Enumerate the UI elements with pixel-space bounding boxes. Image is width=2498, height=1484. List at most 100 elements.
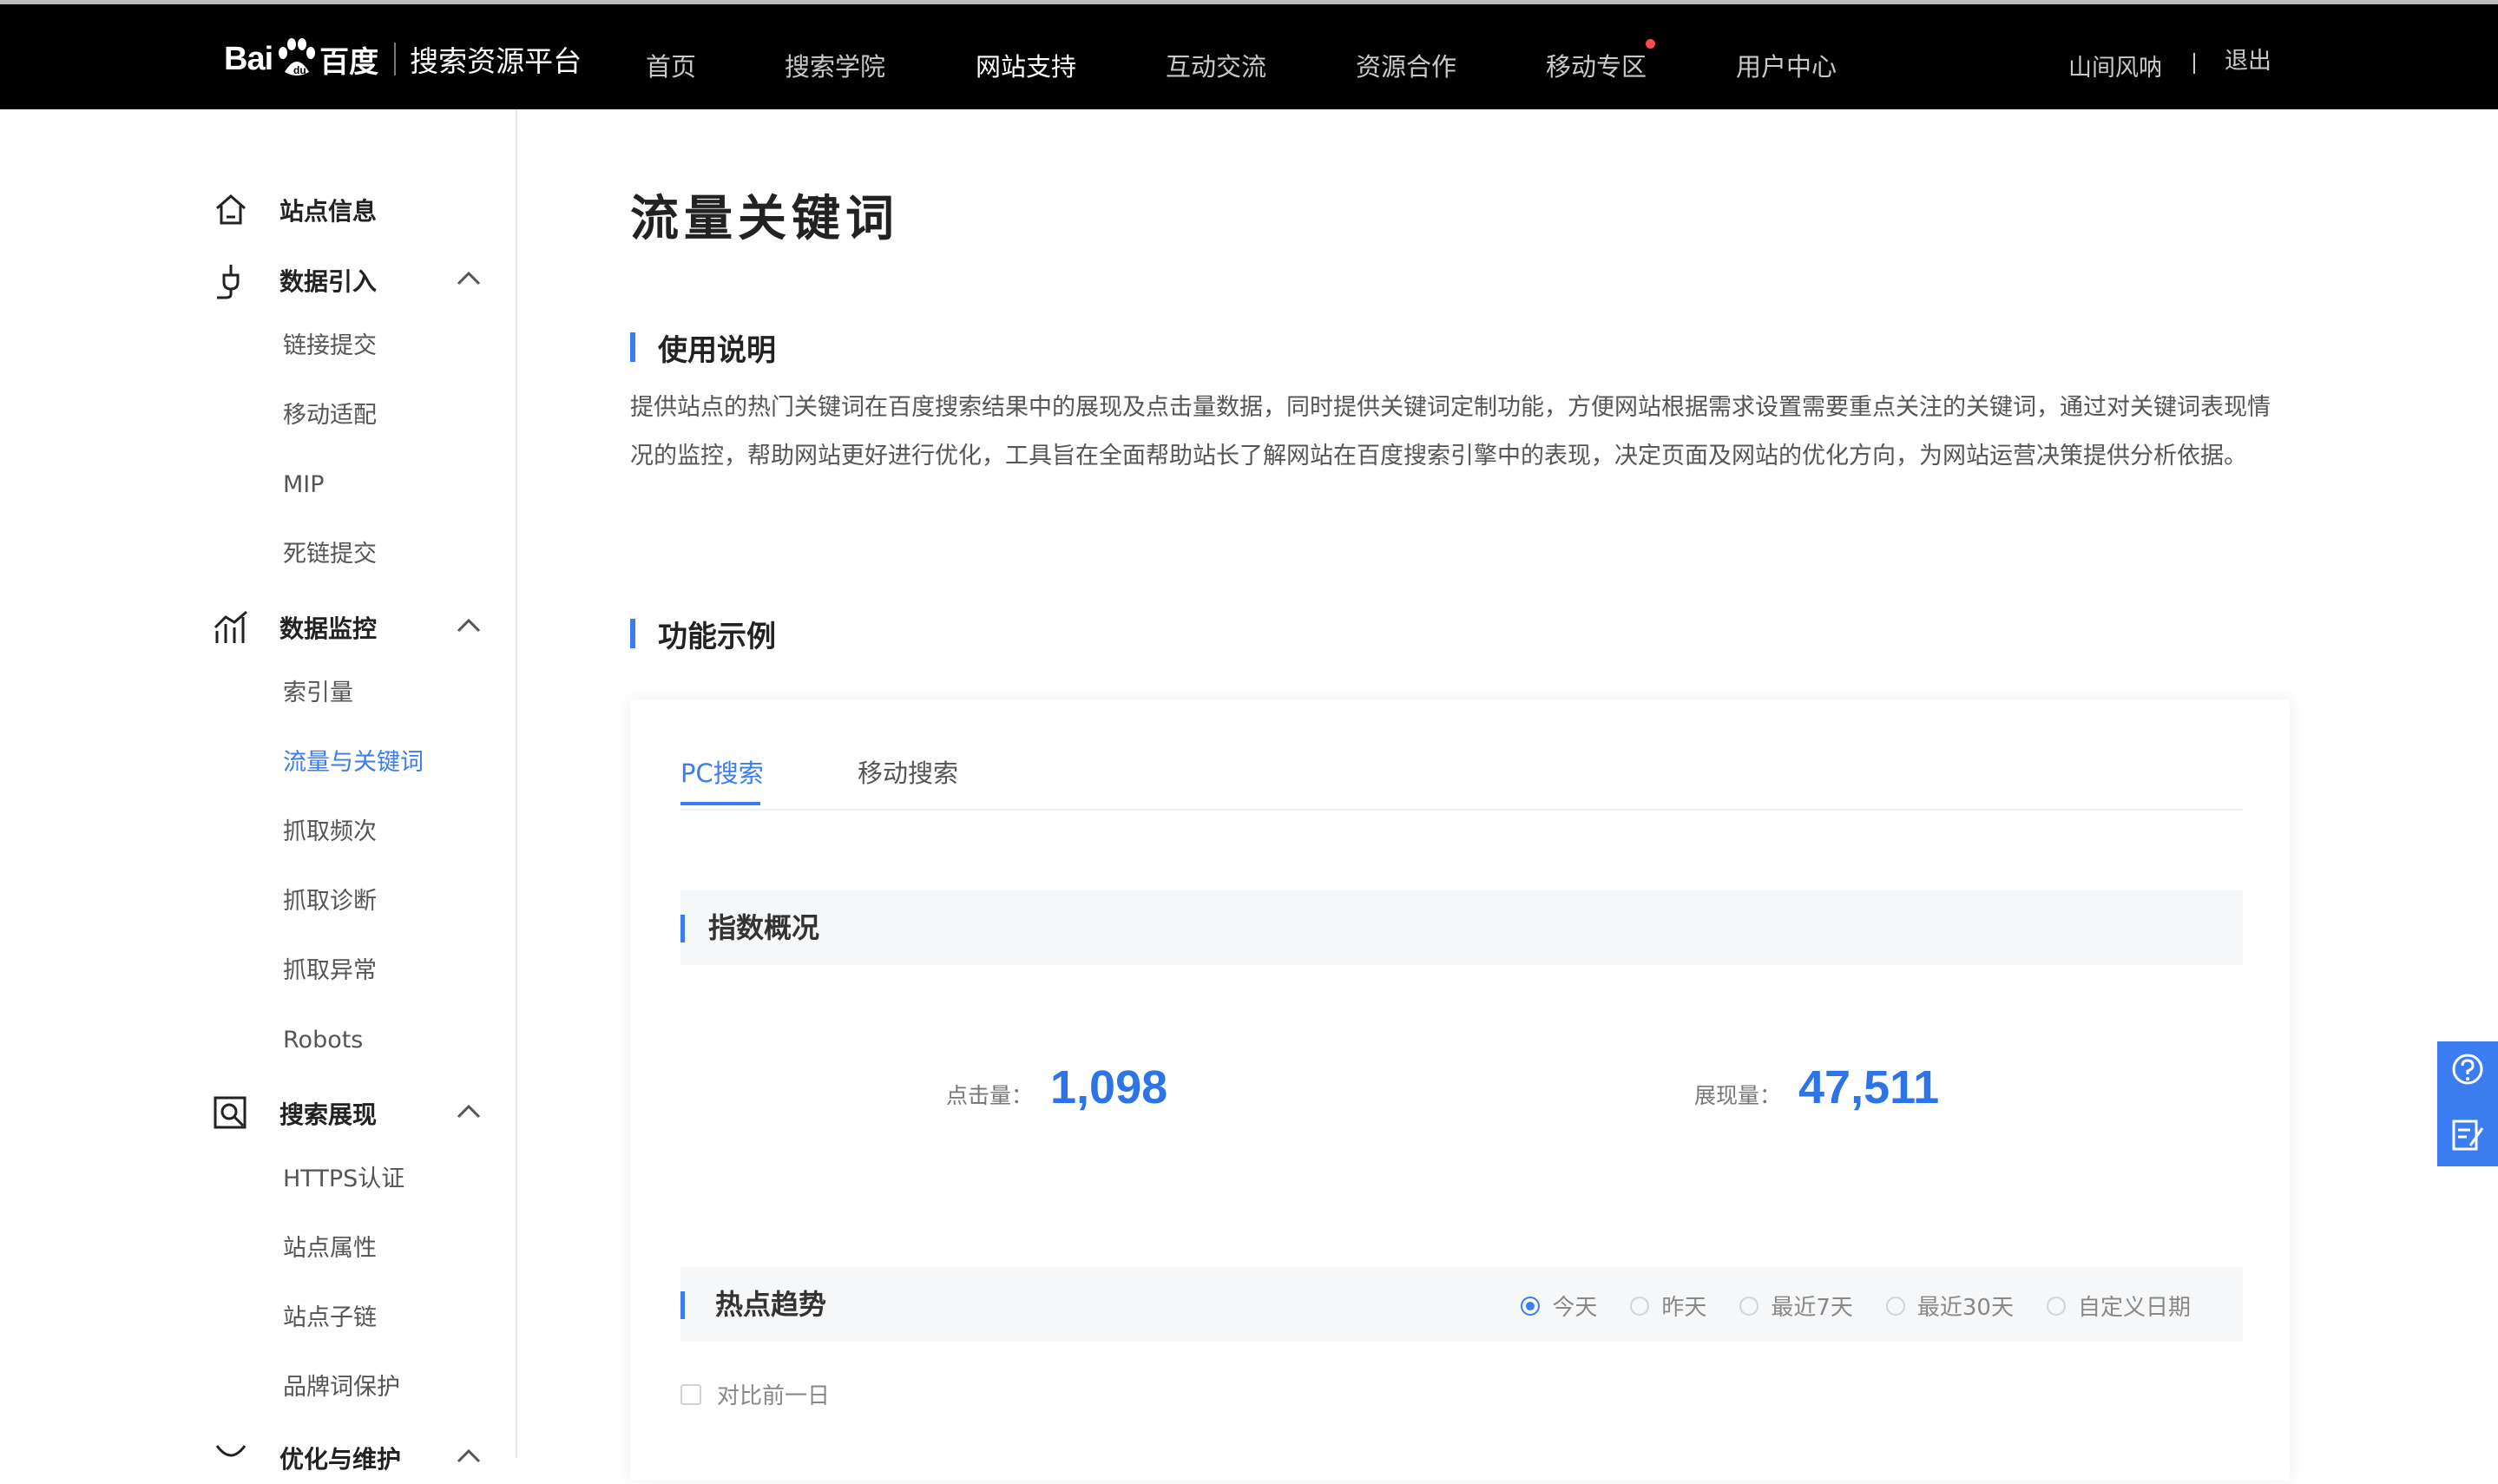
range-radio-yesterday[interactable]: 昨天 — [1630, 1290, 1706, 1322]
trend-title: 热点趋势 — [715, 1288, 827, 1321]
overview-header: 指数概况 — [680, 890, 2243, 965]
radio-dot — [1630, 1296, 1650, 1316]
sidebar-label-optimize: 优化与维护 — [279, 1445, 402, 1474]
logo-text-du: 百度 — [319, 44, 379, 80]
checkbox-box — [680, 1383, 701, 1405]
sidebar-item-sitelinks[interactable]: 站点子链 — [283, 1301, 377, 1336]
range-radio-custom[interactable]: 自定义日期 — [2046, 1290, 2191, 1322]
clicks-value: 1,098 — [1050, 1061, 1168, 1113]
nav-resource-coop[interactable]: 资源合作 — [1356, 49, 1456, 84]
chevron-up-icon — [457, 1104, 481, 1119]
sidebar-label-search-display: 搜索展现 — [279, 1100, 378, 1129]
sidebar-label-data-monitor: 数据监控 — [279, 614, 378, 643]
chevron-up-icon — [457, 271, 481, 286]
nav-user-center[interactable]: 用户中心 — [1736, 49, 1837, 84]
sidebar-section-data-monitor[interactable]: 数据监控 — [212, 601, 490, 653]
example-section-title: 功能示例 — [630, 616, 776, 654]
sidebar-item-https[interactable]: HTTPS认证 — [283, 1162, 404, 1197]
sidebar-label-data-import: 数据引入 — [279, 267, 378, 296]
bar-chart-icon — [214, 610, 247, 643]
wrench-icon — [215, 1445, 247, 1457]
range-label: 最近7天 — [1771, 1295, 1853, 1321]
compare-label: 对比前一日 — [717, 1383, 831, 1409]
chevron-up-icon — [457, 618, 481, 633]
sidebar-item-crawl-errors[interactable]: 抓取异常 — [283, 954, 377, 988]
sidebar-item-traffic-keywords[interactable]: 流量与关键词 — [283, 745, 424, 780]
usage-title-text: 使用说明 — [658, 332, 776, 368]
page-title: 流量关键词 — [630, 191, 899, 247]
nav-site-support[interactable]: 网站支持 — [976, 49, 1076, 84]
search-display-icon — [214, 1096, 247, 1129]
range-radio-today[interactable]: 今天 — [1521, 1290, 1597, 1322]
nav-academy[interactable]: 搜索学院 — [785, 49, 885, 84]
nav-mobile-zone-label: 移动专区 — [1546, 52, 1647, 82]
sidebar-item-deadlink[interactable]: 死链提交 — [283, 537, 377, 572]
nav-interaction[interactable]: 互动交流 — [1166, 49, 1266, 84]
sidebar-item-mip[interactable]: MIP — [283, 468, 325, 502]
sidebar-item-site-info[interactable]: 站点信息 — [212, 184, 490, 236]
range-label: 最近30天 — [1916, 1295, 2014, 1321]
chevron-up-icon — [457, 1448, 481, 1463]
sidebar-section-data-import[interactable]: 数据引入 — [212, 254, 490, 306]
impressions-value: 47,511 — [1798, 1061, 1940, 1113]
platform-name: 搜索资源平台 — [410, 44, 582, 78]
range-label: 今天 — [1552, 1295, 1598, 1321]
feedback-icon[interactable] — [2449, 1116, 2486, 1152]
sidebar-item-crawl-frequency[interactable]: 抓取频次 — [283, 815, 377, 850]
nav-mobile-zone[interactable]: 移动专区 — [1546, 39, 1656, 84]
panel-accent-bar — [680, 1291, 685, 1319]
clicks-stat: 点击量： 1,098 — [946, 1060, 1167, 1114]
nav-home[interactable]: 首页 — [646, 49, 696, 84]
section-accent-bar — [630, 332, 635, 362]
notification-dot — [1646, 39, 1656, 49]
sidebar-label-site-info: 站点信息 — [279, 197, 378, 226]
impressions-stat: 展现量： 47,511 — [1694, 1060, 1939, 1114]
example-card: PC搜索 移动搜索 指数概况 点击量： 1,098 展现量： 47,511 热点… — [630, 699, 2290, 1481]
sidebar — [0, 109, 517, 1458]
radio-dot — [2046, 1296, 2066, 1316]
panel-accent-bar — [680, 915, 685, 942]
radio-dot — [1739, 1296, 1759, 1316]
compare-prev-day-checkbox[interactable]: 对比前一日 — [680, 1378, 830, 1410]
top-nav-bar: Bai du 百度 搜索资源平台 首页 搜索学院 网站支持 互动交流 资源合作 … — [0, 0, 2498, 109]
active-tab-underline — [680, 802, 760, 805]
paw-icon: du — [279, 38, 316, 76]
range-label: 昨天 — [1661, 1295, 1707, 1321]
impressions-label: 展现量： — [1694, 1083, 1782, 1108]
user-divider — [2193, 53, 2195, 74]
usage-section-title: 使用说明 — [630, 330, 776, 368]
range-radio-7days[interactable]: 最近7天 — [1739, 1290, 1853, 1322]
baidu-logo[interactable]: Bai du 百度 搜索资源平台 — [224, 29, 582, 89]
sidebar-item-site-property[interactable]: 站点属性 — [283, 1231, 377, 1266]
logo-divider — [394, 43, 397, 76]
trend-header: 热点趋势 今天 昨天 最近7天 最近30天 自定义日期 — [680, 1267, 2243, 1342]
logout-link[interactable]: 退出 — [2225, 44, 2271, 79]
tab-divider — [680, 809, 2243, 811]
sidebar-item-index-volume[interactable]: 索引量 — [283, 676, 353, 711]
plug-icon — [217, 265, 240, 299]
range-label: 自定义日期 — [2077, 1295, 2191, 1321]
date-range-selector: 今天 昨天 最近7天 最近30天 自定义日期 — [1488, 1290, 2191, 1322]
floating-toolbar — [2437, 1041, 2498, 1166]
range-radio-30days[interactable]: 最近30天 — [1885, 1290, 2014, 1322]
user-name[interactable]: 山间风呐 — [2068, 51, 2162, 86]
sidebar-item-mobile-adapt[interactable]: 移动适配 — [283, 398, 377, 433]
sidebar-section-search-display[interactable]: 搜索展现 — [212, 1087, 490, 1139]
logo-text-bai: Bai — [224, 40, 273, 77]
sidebar-item-link-submit[interactable]: 链接提交 — [283, 329, 377, 364]
tab-mobile-search[interactable]: 移动搜索 — [858, 752, 958, 795]
svg-text:du: du — [293, 64, 306, 76]
help-icon[interactable] — [2449, 1052, 2486, 1088]
sidebar-item-robots[interactable]: Robots — [283, 1023, 363, 1058]
home-icon — [216, 194, 246, 225]
sidebar-item-brand-protect[interactable]: 品牌词保护 — [283, 1370, 400, 1405]
sidebar-item-crawl-diagnosis[interactable]: 抓取诊断 — [283, 884, 377, 919]
overview-title: 指数概况 — [708, 911, 820, 944]
usage-description: 提供站点的热门关键词在百度搜索结果中的展现及点击量数据，同时提供关键词定制功能，… — [630, 394, 2271, 469]
radio-dot — [1521, 1296, 1541, 1316]
sidebar-section-optimize[interactable]: 优化与维护 — [212, 1432, 490, 1484]
clicks-label: 点击量： — [946, 1083, 1034, 1108]
example-title-text: 功能示例 — [658, 619, 776, 654]
tab-pc-search[interactable]: PC搜索 — [680, 752, 764, 795]
section-accent-bar — [630, 619, 635, 648]
